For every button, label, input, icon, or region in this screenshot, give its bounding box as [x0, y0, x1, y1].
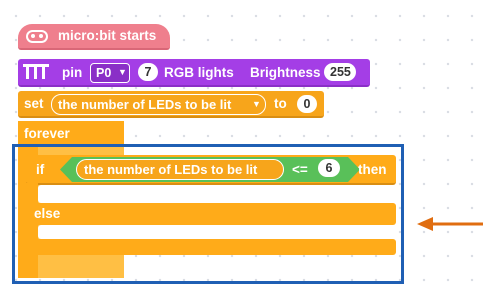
- set-label: set: [24, 96, 44, 111]
- brightness-label: Brightness: [250, 65, 321, 80]
- set-variable-block[interactable]: set the number of LEDs to be lit ▼ to 0: [18, 91, 324, 118]
- rgb-led-icon: [23, 64, 49, 79]
- highlight-box: [12, 144, 404, 284]
- chevron-down-icon: ▼: [252, 99, 261, 109]
- variable-dropdown-value: the number of LEDs to be lit: [58, 97, 232, 112]
- led-count-input[interactable]: 7: [138, 63, 158, 81]
- arrow-left-icon: [417, 217, 483, 231]
- forever-label: forever: [24, 126, 70, 141]
- microbit-icon: [26, 30, 48, 43]
- pin-label: pin: [62, 65, 83, 80]
- pin-dropdown-value: P0: [96, 66, 112, 80]
- chevron-down-icon: ▼: [118, 67, 127, 77]
- pin-dropdown[interactable]: P0 ▼: [90, 63, 130, 83]
- variable-dropdown[interactable]: the number of LEDs to be lit ▼: [51, 94, 266, 115]
- brightness-input[interactable]: 255: [324, 63, 356, 81]
- to-label: to: [274, 96, 287, 111]
- rgb-lights-block[interactable]: pin P0 ▼ 7 RGB lights Brightness 255: [18, 59, 370, 87]
- set-value-input[interactable]: 0: [297, 95, 317, 113]
- microbit-starts-block[interactable]: micro:bit starts: [18, 24, 170, 50]
- microbit-starts-label: micro:bit starts: [58, 28, 157, 43]
- rgb-lights-label: RGB lights: [164, 65, 234, 80]
